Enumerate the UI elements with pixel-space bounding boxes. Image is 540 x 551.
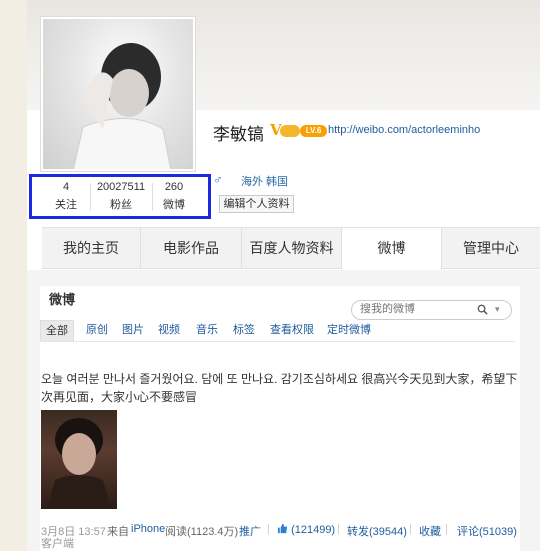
meta-divider: | <box>337 523 340 535</box>
filter-all[interactable]: 全部 <box>40 320 74 341</box>
meta-divider: | <box>445 523 448 535</box>
post-source-suffix: 客户端 <box>41 538 74 550</box>
post-source[interactable]: iPhone <box>131 523 165 535</box>
tab-baidu-profile[interactable]: 百度人物资料 <box>242 228 342 268</box>
profile-tabs: 我的主页 电影作品 百度人物资料 微博 管理中心 <box>42 227 540 270</box>
stat-posts-count: 260 <box>164 181 184 193</box>
feed-title: 微博 <box>49 292 76 307</box>
avatar-photo <box>43 19 193 169</box>
post-meta: 3月8日 13:57 来自 iPhone 客户端 阅读(1123.4万) 推广 … <box>41 521 521 551</box>
tab-admin[interactable]: 管理中心 <box>442 228 540 268</box>
stats-highlight-box: 4 关注 20027511 粉丝 260 微博 <box>29 174 211 219</box>
stat-posts-label: 微博 <box>163 199 185 211</box>
search-icon[interactable] <box>477 304 488 315</box>
filter-permissions[interactable]: 查看权限 <box>270 320 314 341</box>
post-source-prefix: 来自 <box>107 526 129 538</box>
thumbs-up-icon <box>277 523 288 534</box>
stat-divider <box>90 183 91 211</box>
stat-fans-count: 20027511 <box>96 181 146 193</box>
tab-home[interactable]: 我的主页 <box>42 228 141 268</box>
post-text: 오늘 여러분 만나서 즐거웠어요. 담에 또 만나요. 감기조심하세요 很高兴今… <box>41 372 518 404</box>
stat-fans-label: 粉丝 <box>110 199 132 211</box>
profile-url-link[interactable]: http://weibo.com/actorleeminho <box>328 124 480 136</box>
edit-profile-button[interactable]: 编辑个人资料 <box>219 195 294 213</box>
filter-images[interactable]: 图片 <box>122 320 144 341</box>
favorite-button[interactable]: 收藏 <box>419 523 441 539</box>
stat-divider <box>152 183 153 211</box>
comment-button[interactable]: 评论(51039) <box>457 523 517 539</box>
meta-divider: | <box>409 523 412 535</box>
filter-music[interactable]: 音乐 <box>196 320 218 341</box>
stat-following-label: 关注 <box>55 199 77 211</box>
page-side-strip <box>0 0 27 551</box>
filter-tags[interactable]: 标签 <box>233 320 255 341</box>
stat-following-count: 4 <box>62 181 70 193</box>
profile-name: 李敏镐 <box>213 125 264 144</box>
post-selfie <box>47 418 111 509</box>
stat-following[interactable]: 4 关注 <box>46 178 86 214</box>
tab-movies[interactable]: 电影作品 <box>141 228 242 268</box>
avatar-portrait <box>72 43 172 169</box>
post-reads: 阅读(1123.4万) <box>165 526 239 538</box>
like-button[interactable]: (121499) <box>277 523 335 536</box>
filter-scheduled[interactable]: 定时微博 <box>327 320 371 341</box>
search-input[interactable] <box>360 303 470 315</box>
avatar[interactable] <box>40 16 196 172</box>
location-link[interactable]: 海外 韩国 <box>241 173 288 189</box>
filter-original[interactable]: 原创 <box>86 320 108 341</box>
stat-posts[interactable]: 260 微博 <box>154 178 194 214</box>
chevron-down-icon[interactable]: ▾ <box>495 304 500 315</box>
like-count: (121499) <box>291 524 336 536</box>
meta-divider: | <box>267 523 270 535</box>
vip-crown-icon[interactable] <box>280 125 300 137</box>
tab-weibo[interactable]: 微博 <box>342 228 442 270</box>
stat-fans[interactable]: 20027511 粉丝 <box>92 178 150 214</box>
feed-search: ▾ <box>351 300 512 320</box>
feed-filter-bar: 全部 原创 图片 视频 音乐 标签 查看权限 定时微博 <box>40 320 515 342</box>
promote-link[interactable]: 推广 <box>239 523 261 539</box>
filter-videos[interactable]: 视频 <box>158 320 180 341</box>
post-image[interactable] <box>41 410 117 509</box>
vip-level-badge[interactable]: LV.6 <box>300 125 327 137</box>
male-gender-icon: ♂ <box>213 172 223 187</box>
repost-button[interactable]: 转发(39544) <box>347 523 407 539</box>
